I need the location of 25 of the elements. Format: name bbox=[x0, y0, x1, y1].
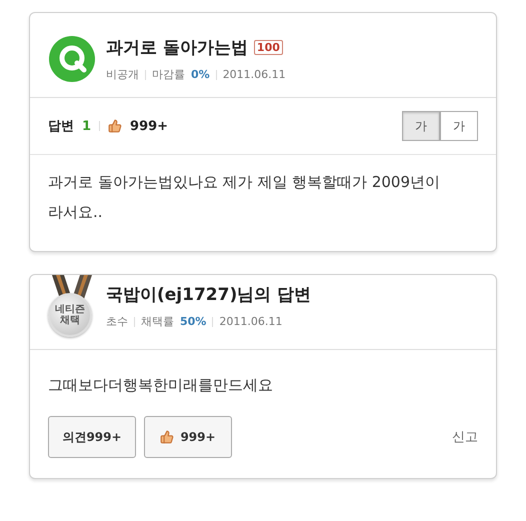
answers-label: 답변 bbox=[48, 118, 74, 135]
date-text: 2011.06.11 bbox=[219, 315, 282, 328]
rate-label: 마감률 bbox=[152, 67, 185, 82]
rate-value: 0% bbox=[191, 68, 210, 81]
likes-count: 999+ bbox=[130, 118, 168, 134]
privacy-text: 비공개 bbox=[106, 67, 139, 82]
points-tag: 100 bbox=[254, 40, 283, 55]
question-body: 과거로 돌아가는법있나요 제가 제일 행복할때가 2009년이라서요.. bbox=[47, 172, 442, 223]
report-link[interactable]: 신고 bbox=[452, 428, 478, 446]
rate-value: 50% bbox=[180, 315, 206, 328]
date-text: 2011.06.11 bbox=[222, 68, 286, 81]
opinion-button[interactable]: 의견999+ bbox=[48, 416, 136, 458]
level-text: 초수 bbox=[106, 314, 128, 329]
q-logo-icon bbox=[48, 35, 96, 83]
thumbs-up-icon bbox=[108, 119, 122, 133]
question-title: 과거로 돌아가는법 bbox=[106, 37, 248, 59]
font-size-button[interactable]: 가 bbox=[440, 111, 478, 141]
thumbs-up-icon bbox=[160, 430, 174, 444]
rate-label: 채택률 bbox=[141, 314, 174, 329]
font-size-button[interactable]: 가 bbox=[402, 111, 440, 141]
medal-badge: 네티즌 채택 bbox=[48, 293, 92, 337]
answer-body: 그때보다더행복한미래를만드세요 bbox=[47, 375, 274, 396]
answer-title: 국밥이(ej1727)님의 답변 bbox=[106, 284, 312, 306]
like-button[interactable]: 999+ bbox=[144, 416, 232, 458]
answers-count: 1 bbox=[82, 118, 92, 134]
